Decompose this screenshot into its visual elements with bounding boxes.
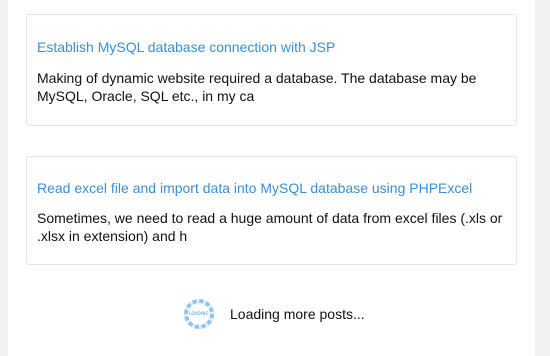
post-card: Establish MySQL database connection with… [26,14,517,126]
post-title-link[interactable]: Establish MySQL database connection with… [37,39,335,56]
spinner-icon: LOADING [183,298,215,330]
post-excerpt: Sometimes, we need to read a huge amount… [37,210,503,244]
loading-text: Loading more posts... [230,306,365,322]
post-excerpt: Making of dynamic website required a dat… [37,70,477,104]
post-card: Read excel file and import data into MyS… [26,156,517,265]
loading-indicator: LOADING Loading more posts... [183,296,365,332]
spinner-label: LOADING [189,311,209,316]
post-title-link[interactable]: Read excel file and import data into MyS… [37,180,472,197]
